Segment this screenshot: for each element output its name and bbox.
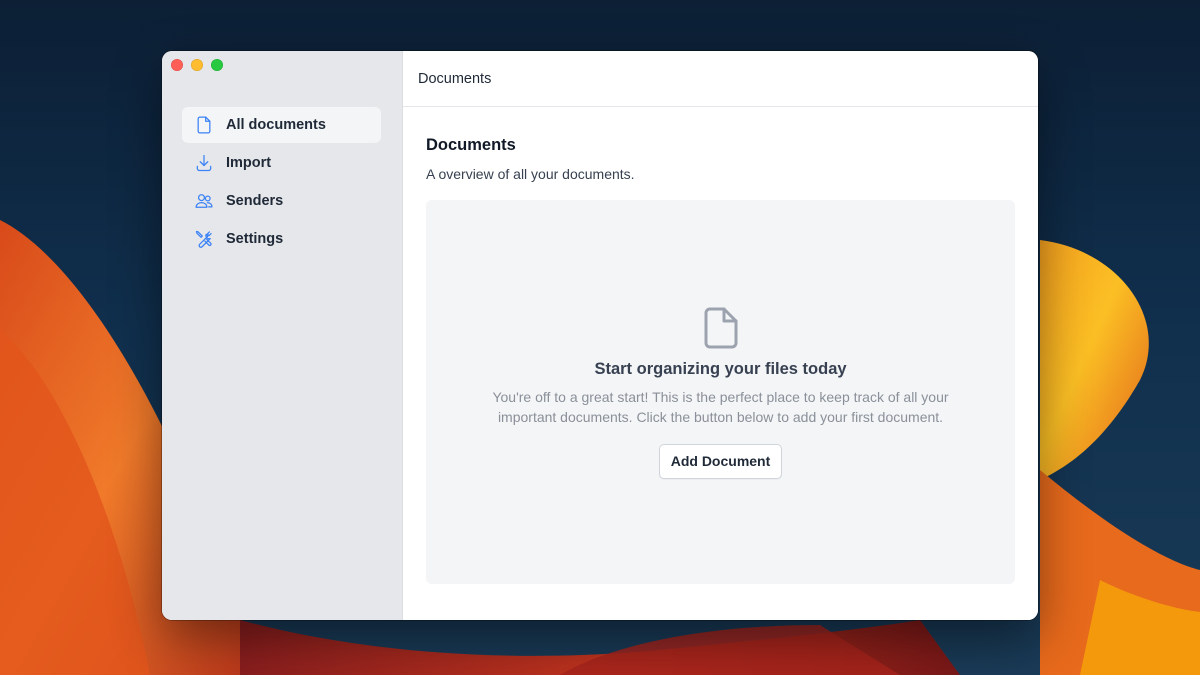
sidebar-item-import[interactable]: Import <box>182 145 381 181</box>
app-window: All documents Import Senders Settings Do… <box>162 51 1038 620</box>
header-title: Documents <box>418 70 492 87</box>
sidebar-nav: All documents Import Senders Settings <box>182 107 381 259</box>
sidebar-item-settings[interactable]: Settings <box>182 221 381 257</box>
content-area: Documents A overview of all your documen… <box>403 107 1038 620</box>
main-pane: Documents Documents A overview of all yo… <box>402 51 1038 620</box>
window-controls <box>171 59 223 71</box>
sidebar-item-label: All documents <box>226 117 326 133</box>
users-icon <box>194 191 214 211</box>
close-window-button[interactable] <box>171 59 183 71</box>
sidebar-item-label: Import <box>226 155 272 171</box>
document-icon <box>194 115 214 135</box>
window-title-bar: Documents <box>403 51 1038 107</box>
desktop: All documents Import Senders Settings Do… <box>0 0 1200 675</box>
sidebar-item-senders[interactable]: Senders <box>182 183 381 219</box>
page-subtitle: A overview of all your documents. <box>426 166 635 182</box>
add-document-button[interactable]: Add Document <box>658 443 783 479</box>
wrench-screwdriver-icon <box>194 229 214 249</box>
download-icon <box>194 153 214 173</box>
sidebar-item-all-documents[interactable]: All documents <box>182 107 381 143</box>
empty-state-panel: Start organizing your files today You're… <box>426 200 1015 584</box>
sidebar-item-label: Settings <box>226 231 284 247</box>
empty-state-description: You're off to a great start! This is the… <box>492 388 949 425</box>
empty-state-title: Start organizing your files today <box>594 359 847 378</box>
sidebar-item-label: Senders <box>226 193 284 209</box>
minimize-window-button[interactable] <box>191 59 203 71</box>
document-icon <box>701 306 741 350</box>
page-title: Documents <box>426 136 516 154</box>
zoom-window-button[interactable] <box>211 59 223 71</box>
sidebar: All documents Import Senders Settings <box>162 51 402 620</box>
